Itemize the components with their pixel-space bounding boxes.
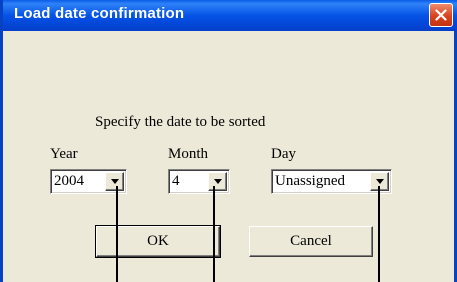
dialog-title: Load date confirmation <box>14 5 185 22</box>
ok-button[interactable]: OK <box>95 225 221 258</box>
prompt-text: Specify the date to be sorted <box>95 114 266 130</box>
day-pointer-line <box>378 186 380 282</box>
month-dropdown[interactable]: 4 <box>168 169 230 194</box>
month-pointer-line <box>213 186 215 282</box>
title-bar[interactable]: Load date confirmation <box>3 0 457 31</box>
month-dropdown-button[interactable] <box>208 172 227 191</box>
year-label: Year <box>50 146 78 162</box>
day-dropdown[interactable]: Unassigned <box>271 169 392 194</box>
chevron-down-icon <box>214 179 222 184</box>
chevron-down-icon <box>111 179 119 184</box>
close-button[interactable] <box>429 3 453 27</box>
chevron-down-icon <box>376 179 384 184</box>
month-label: Month <box>168 146 209 162</box>
year-value: 2004 <box>54 173 84 189</box>
day-label: Day <box>271 146 296 162</box>
month-value: 4 <box>172 173 180 189</box>
close-icon <box>435 9 447 21</box>
day-value: Unassigned <box>275 173 345 189</box>
year-dropdown-button[interactable] <box>105 172 124 191</box>
year-pointer-line <box>116 186 118 282</box>
dialog-body: Specify the date to be sorted Year Month… <box>3 31 454 282</box>
cancel-button[interactable]: Cancel <box>249 226 373 257</box>
